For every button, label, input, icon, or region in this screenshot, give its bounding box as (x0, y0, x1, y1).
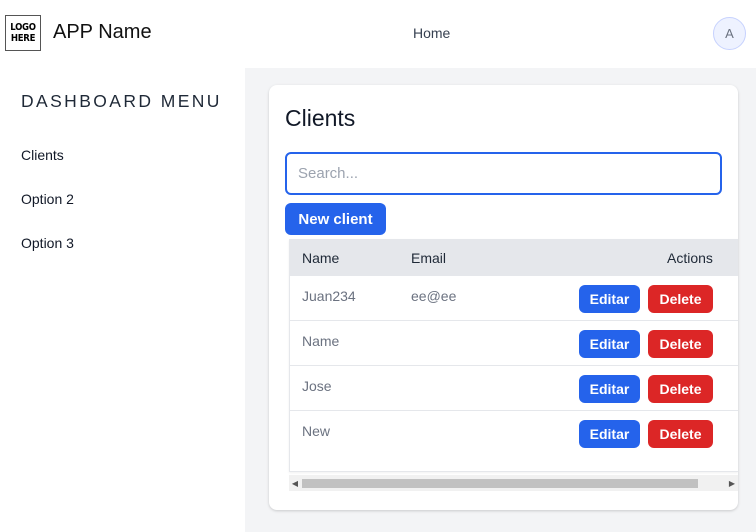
table-row: New Editar Delete (290, 411, 738, 456)
delete-button[interactable]: Delete (648, 420, 713, 448)
column-header-email: Email (411, 250, 447, 266)
client-name: Jose (302, 378, 332, 394)
table-row: Name Editar Delete (290, 321, 738, 366)
edit-button[interactable]: Editar (579, 285, 640, 313)
page-title: Clients (285, 105, 356, 131)
delete-button[interactable]: Delete (648, 330, 713, 358)
logo-line-2: HERE (10, 33, 36, 44)
table-header: Name Email Actions (290, 239, 738, 276)
avatar[interactable]: A (713, 17, 746, 50)
sidebar-item-option-2[interactable]: Option 2 (21, 191, 74, 207)
horizontal-scrollbar[interactable]: ◀ ▶ (289, 475, 738, 491)
table-row: Jose Editar Delete (290, 366, 738, 411)
sidebar-item-option-3[interactable]: Option 3 (21, 235, 74, 251)
clients-table: Name Email Actions Juan234 ee@ee Editar … (289, 239, 738, 472)
column-header-name: Name (302, 250, 340, 266)
logo-line-1: LOGO (10, 22, 36, 33)
app-name: APP Name (53, 21, 152, 43)
clients-card: Clients New client Name Email Actions Ju… (269, 85, 738, 510)
scroll-left-icon[interactable]: ◀ (289, 475, 301, 491)
logo[interactable]: LOGO HERE (5, 15, 41, 51)
main-content: Clients New client Name Email Actions Ju… (245, 68, 756, 532)
top-header: LOGO HERE APP Name Home A (0, 0, 756, 68)
search-input[interactable] (285, 152, 722, 195)
new-client-button[interactable]: New client (285, 203, 386, 235)
client-name: Juan234 (302, 288, 356, 304)
scrollbar-thumb[interactable] (302, 479, 698, 488)
client-name: New (302, 423, 331, 439)
delete-button[interactable]: Delete (648, 285, 713, 313)
scroll-right-icon[interactable]: ▶ (726, 475, 738, 491)
column-header-actions: Actions (667, 250, 713, 266)
edit-button[interactable]: Editar (579, 330, 640, 358)
edit-button[interactable]: Editar (579, 375, 640, 403)
client-name: Name (302, 333, 340, 349)
table-row: Juan234 ee@ee Editar Delete (290, 276, 738, 321)
sidebar-title: DASHBOARD MENU (21, 91, 222, 111)
delete-button[interactable]: Delete (648, 375, 713, 403)
sidebar: DASHBOARD MENU Clients Option 2 Option 3 (0, 68, 245, 532)
edit-button[interactable]: Editar (579, 420, 640, 448)
client-email: ee@ee (411, 288, 457, 304)
nav-home-link[interactable]: Home (413, 25, 450, 41)
sidebar-item-clients[interactable]: Clients (21, 147, 64, 163)
